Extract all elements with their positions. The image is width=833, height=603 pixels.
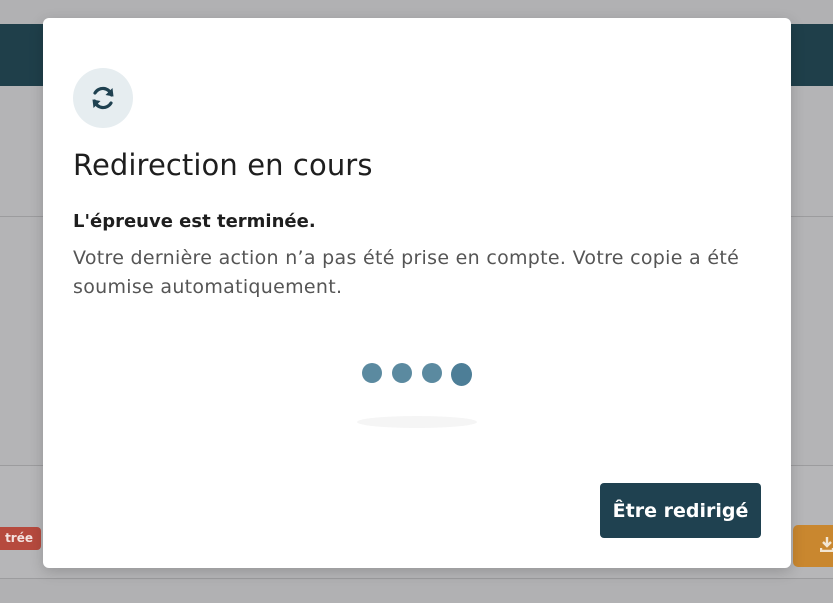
loading-dot (422, 363, 442, 383)
refresh-icon (92, 86, 114, 110)
loading-dot (362, 363, 382, 383)
modal-icon-circle (73, 68, 133, 128)
loader-shadow (357, 416, 477, 428)
background-status-badge: trée (0, 527, 41, 550)
redirect-modal: Redirection en cours L'épreuve est termi… (43, 18, 791, 568)
loading-dot (451, 363, 472, 386)
background-footer (0, 579, 833, 603)
modal-subtitle: L'épreuve est terminée. (73, 211, 316, 232)
background-download-button (793, 525, 833, 567)
loading-dots (361, 363, 481, 388)
download-icon (820, 537, 833, 552)
redirect-button[interactable]: Être redirigé (600, 483, 761, 538)
loading-dot (392, 363, 412, 383)
modal-message: Votre dernière action n’a pas été prise … (73, 247, 740, 298)
modal-title: Redirection en cours (73, 148, 373, 182)
